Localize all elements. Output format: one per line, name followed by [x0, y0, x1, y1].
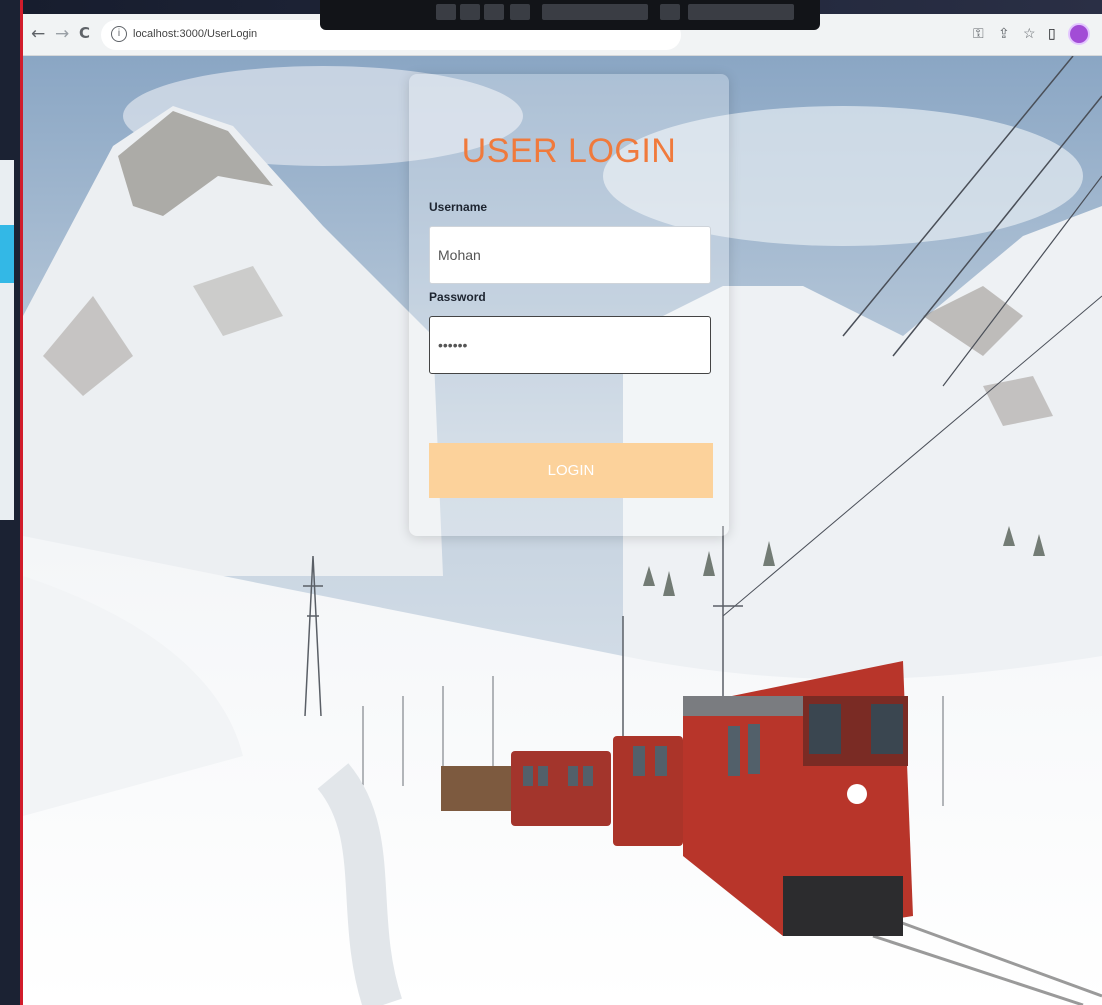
- login-title: USER LOGIN: [461, 132, 677, 170]
- reload-button[interactable]: C: [79, 24, 90, 42]
- background-window-strip: [0, 0, 22, 1005]
- password-label: Password: [429, 290, 486, 304]
- key-icon[interactable]: ⚿: [973, 25, 984, 42]
- login-card: USER LOGIN Username Password LOGIN: [409, 74, 729, 536]
- background-window-panel: [0, 160, 14, 520]
- profile-avatar[interactable]: [1068, 23, 1090, 45]
- screen-share-bar: [320, 0, 820, 30]
- share-bar-button[interactable]: [660, 4, 680, 20]
- menu-icon[interactable]: ⋮: [1096, 25, 1102, 42]
- share-icon[interactable]: ⇪: [998, 25, 1010, 42]
- share-bar-button[interactable]: [460, 4, 480, 20]
- sidebar-icon[interactable]: ▯: [1048, 25, 1056, 42]
- background-window-accent: [0, 225, 14, 283]
- login-button[interactable]: LOGIN: [429, 443, 713, 498]
- share-bar-button[interactable]: [484, 4, 504, 20]
- share-bar-button[interactable]: [510, 4, 530, 20]
- address-url: localhost:3000/UserLogin: [133, 28, 258, 40]
- username-label: Username: [429, 200, 488, 214]
- username-field[interactable]: [429, 226, 711, 284]
- share-bar-field[interactable]: [688, 4, 794, 20]
- forward-button[interactable]: →: [55, 24, 69, 44]
- password-field[interactable]: [429, 316, 711, 374]
- site-info-icon[interactable]: i: [111, 26, 127, 42]
- star-icon[interactable]: ☆: [1023, 25, 1036, 42]
- share-bar-button[interactable]: [436, 4, 456, 20]
- share-bar-field[interactable]: [542, 4, 648, 20]
- page-content: USER LOGIN Username Password LOGIN: [23, 56, 1102, 1005]
- back-button[interactable]: ←: [31, 24, 45, 44]
